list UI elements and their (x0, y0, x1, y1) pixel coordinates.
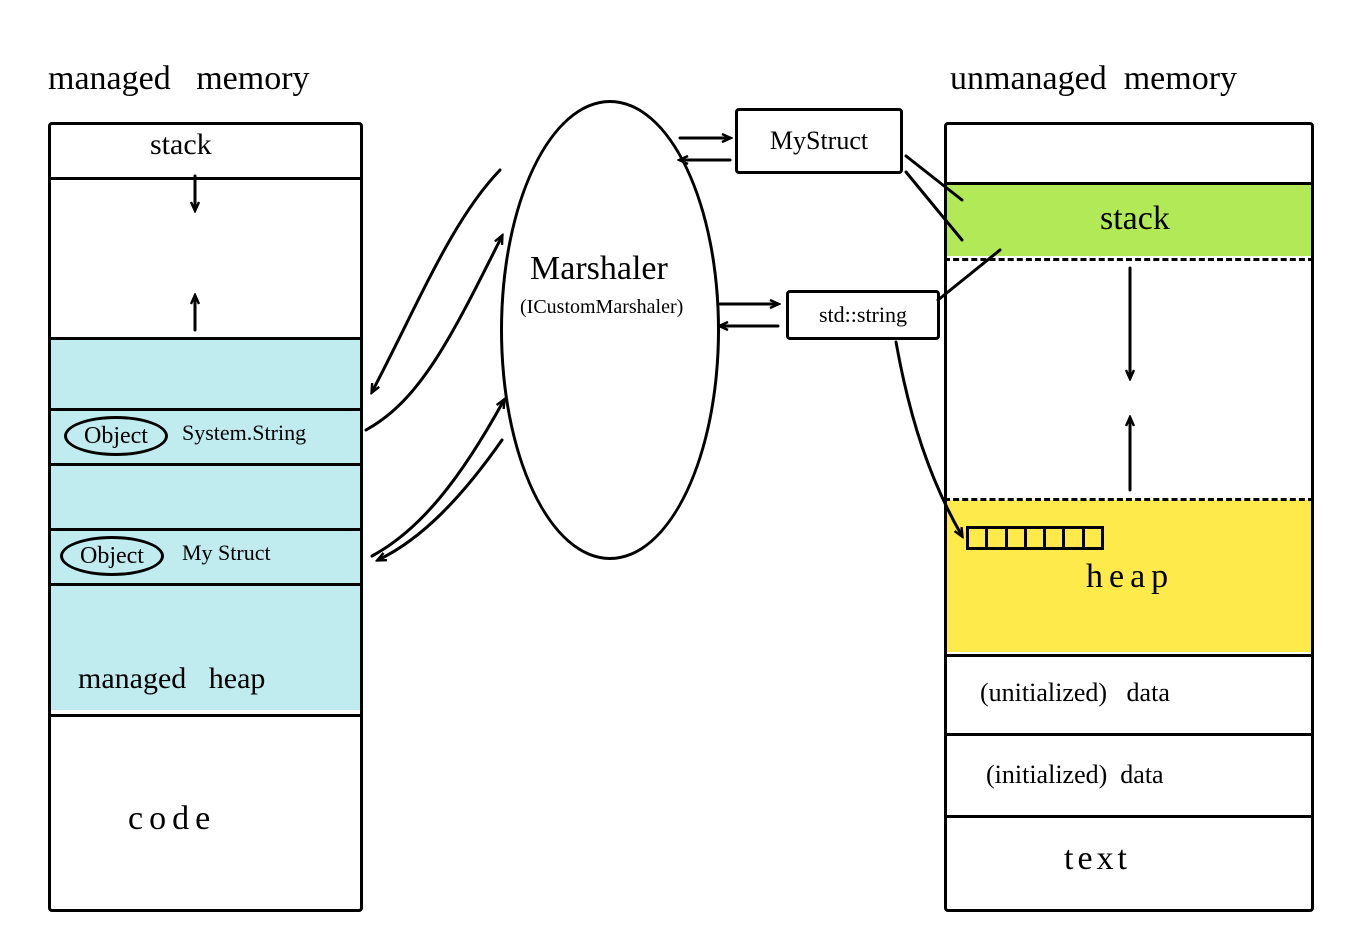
managed-memory-column (48, 122, 363, 912)
unmanaged-heap-dash (944, 498, 1314, 501)
unmanaged-stack-label: stack (1100, 200, 1170, 238)
native-stdstring-label: std::string (819, 302, 907, 328)
native-mystruct-label: MyStruct (770, 126, 868, 156)
managed-code-label: code (128, 800, 216, 838)
object2-type-label: My Struct (182, 540, 271, 566)
managed-title: managed memory (48, 60, 310, 98)
unmanaged-stack-dash (944, 258, 1314, 261)
unmanaged-title: unmanaged memory (950, 60, 1237, 98)
unmanaged-uninit-label: (unitialized) data (980, 678, 1170, 708)
marshaler-ellipse (500, 100, 720, 560)
native-mystruct-box: MyStruct (735, 108, 903, 174)
unmanaged-text-label: text (1064, 840, 1131, 878)
marshaler-title: Marshaler (530, 250, 668, 288)
managed-heap-label: managed heap (78, 662, 265, 696)
managed-heap-bottom-divider (48, 714, 363, 717)
object1-type-label: System.String (182, 420, 306, 446)
marshaler-subtitle: (ICustomMarshaler) (520, 296, 683, 319)
unmanaged-top-divider (944, 182, 1314, 185)
native-stdstring-box: std::string (786, 290, 940, 340)
object-tag-1: Object (64, 416, 168, 456)
heap-allocation-boxes (966, 526, 1104, 550)
object-tag-2-label: Object (80, 544, 144, 568)
unmanaged-heap-label: heap (1086, 558, 1174, 596)
managed-stack-label: stack (150, 128, 212, 162)
object-tag-1-label: Object (84, 424, 148, 448)
unmanaged-init-label: (initialized) data (986, 760, 1164, 790)
managed-heap-top-divider (48, 337, 363, 340)
object-tag-2: Object (60, 536, 164, 576)
